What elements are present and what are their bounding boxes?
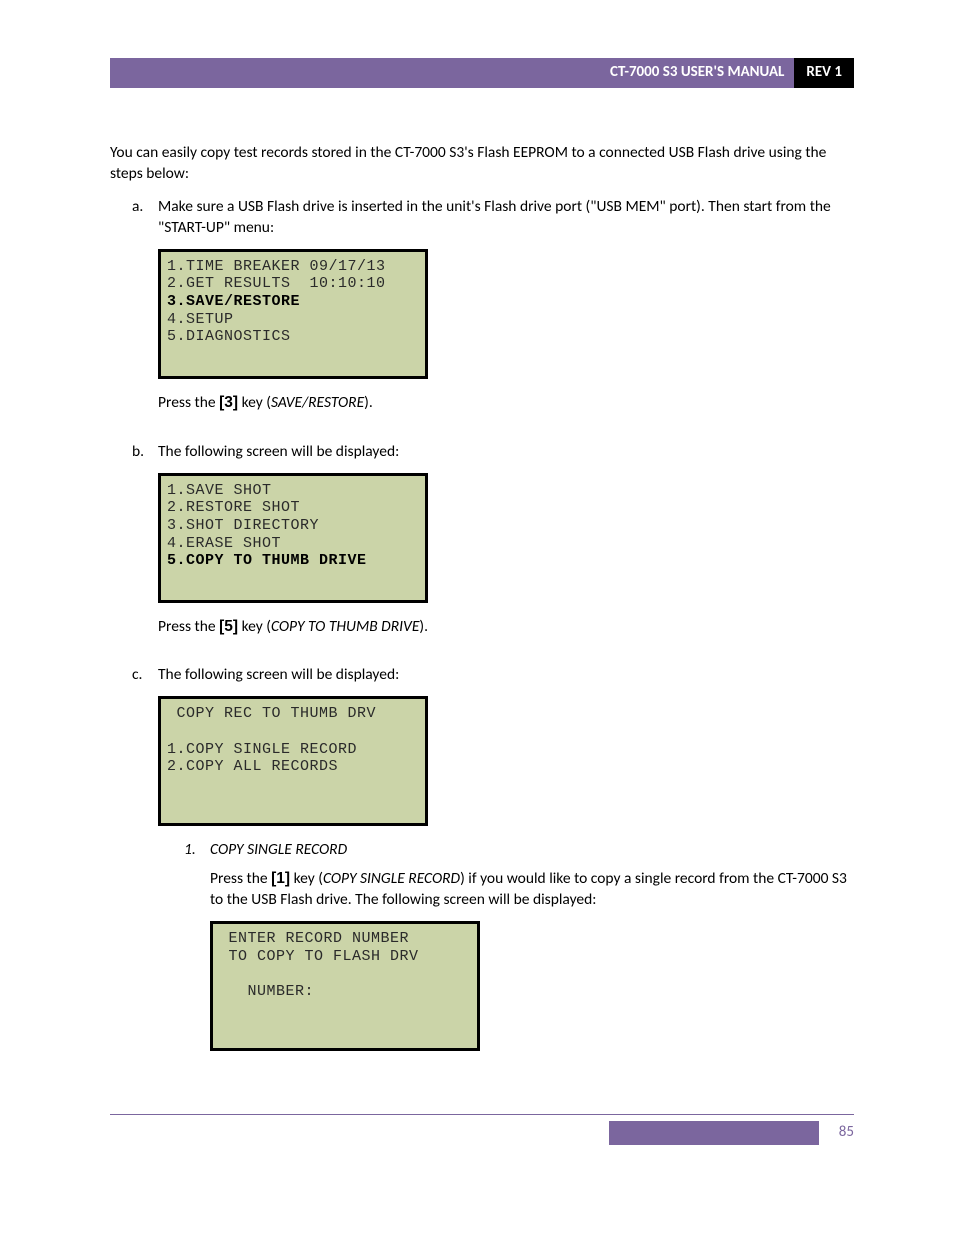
lcd-line-bold: 5.COPY TO THUMB DRIVE (167, 552, 367, 569)
footer-rule (110, 1114, 854, 1115)
key-5: [5] (219, 618, 238, 635)
header-title: CT-7000 S3 USER'S MANUAL (600, 58, 794, 88)
ital-text: SAVE/RESTORE (271, 393, 364, 412)
lcd-line: ENTER RECORD NUMBER (219, 930, 409, 947)
substep-1-num: 1. (184, 840, 210, 861)
substep-1: 1. COPY SINGLE RECORD (184, 840, 854, 861)
page: CT-7000 S3 USER'S MANUAL REV 1 You can e… (0, 0, 954, 1175)
lcd-line: 1.TIME BREAKER 09/17/13 (167, 258, 386, 275)
step-b: b. The following screen will be displaye… (132, 442, 854, 656)
lcd-screen-copy-menu: COPY REC TO THUMB DRV 1.COPY SINGLE RECO… (158, 696, 428, 826)
text: Press the (210, 869, 271, 888)
header-rev: REV 1 (794, 58, 854, 88)
lcd-screen-enter-number: ENTER RECORD NUMBER TO COPY TO FLASH DRV… (210, 921, 480, 1051)
text: ). (364, 393, 373, 412)
lcd-screen-startup: 1.TIME BREAKER 09/17/13 2.GET RESULTS 10… (158, 249, 428, 379)
substep-1-title: COPY SINGLE RECORD (210, 840, 347, 859)
step-b-content: The following screen will be displayed: … (158, 442, 854, 656)
lcd-line: 1.SAVE SHOT (167, 482, 272, 499)
step-c-label: c. (132, 665, 158, 1065)
intro-text: You can easily copy test records stored … (110, 143, 854, 185)
lcd-line: 2.GET RESULTS 10:10:10 (167, 275, 386, 292)
lcd-line: 1.COPY SINGLE RECORD (167, 741, 357, 758)
lcd-line: NUMBER: (219, 983, 314, 1000)
lcd-line: 4.ERASE SHOT (167, 535, 281, 552)
lcd-line: 5.DIAGNOSTICS (167, 328, 291, 345)
ital-text: COPY TO THUMB DRIVE (271, 617, 419, 636)
step-a-content: Make sure a USB Flash drive is inserted … (158, 197, 854, 432)
lcd-screen-save-restore: 1.SAVE SHOT 2.RESTORE SHOT 3.SHOT DIRECT… (158, 473, 428, 603)
header-bar: CT-7000 S3 USER'S MANUAL REV 1 (110, 58, 854, 88)
step-c: c. The following screen will be displaye… (132, 665, 854, 1065)
step-b-instruction: Press the [5] key (COPY TO THUMB DRIVE). (158, 617, 854, 638)
footer-bar: 85 (110, 1121, 854, 1145)
substep-1-body: Press the [1] key (COPY SINGLE RECORD) i… (210, 869, 854, 911)
footer: 85 (110, 1114, 854, 1145)
text: key ( (238, 617, 271, 636)
footer-accent (609, 1121, 819, 1145)
lcd-line: 2.RESTORE SHOT (167, 499, 300, 516)
lcd-line: 4.SETUP (167, 311, 234, 328)
step-a-label: a. (132, 197, 158, 432)
step-c-content: The following screen will be displayed: … (158, 665, 854, 1065)
step-c-text: The following screen will be displayed: (158, 665, 854, 686)
lcd-line: COPY REC TO THUMB DRV (167, 705, 376, 722)
header-fill (110, 58, 600, 88)
step-b-label: b. (132, 442, 158, 656)
step-a-text: Make sure a USB Flash drive is inserted … (158, 197, 854, 239)
key-3: [3] (219, 394, 238, 411)
key-1: [1] (271, 870, 290, 887)
substep-1-title-wrap: COPY SINGLE RECORD (210, 840, 854, 861)
text: key ( (290, 869, 323, 888)
text: ). (419, 617, 428, 636)
text: Press the (158, 393, 219, 412)
ital-text: COPY SINGLE RECORD (323, 869, 460, 888)
step-a-instruction: Press the [3] key (SAVE/RESTORE). (158, 393, 854, 414)
text: Press the (158, 617, 219, 636)
page-number: 85 (819, 1121, 854, 1145)
step-a: a. Make sure a USB Flash drive is insert… (132, 197, 854, 432)
lcd-line: TO COPY TO FLASH DRV (219, 948, 419, 965)
lcd-line-bold: 3.SAVE/RESTORE (167, 293, 300, 310)
step-b-text: The following screen will be displayed: (158, 442, 854, 463)
lcd-line: 3.SHOT DIRECTORY (167, 517, 319, 534)
text: key ( (238, 393, 271, 412)
lcd-line: 2.COPY ALL RECORDS (167, 758, 338, 775)
